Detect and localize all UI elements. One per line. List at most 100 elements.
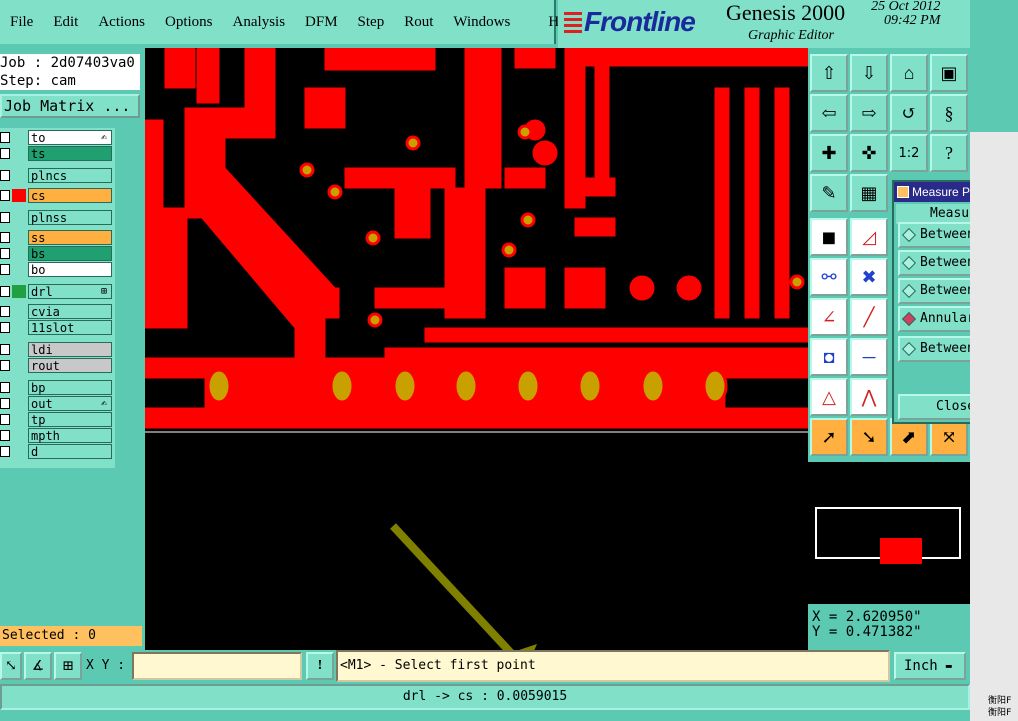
layer-name[interactable]: drl ⊞	[28, 284, 112, 299]
measure-icon[interactable]: ⤡	[0, 652, 22, 680]
layer-name[interactable]: bo	[28, 262, 112, 277]
line-icon[interactable]: ╱	[850, 298, 888, 336]
window-icon[interactable]: ▣	[930, 54, 968, 92]
pan-left-icon[interactable]: ⇦	[810, 94, 848, 132]
layer-checkbox[interactable]	[0, 232, 10, 243]
layer-color-swatch[interactable]	[12, 429, 26, 442]
layer-checkbox[interactable]	[0, 264, 10, 275]
menu-options[interactable]: Options	[155, 14, 223, 31]
job-matrix-button[interactable]: Job Matrix ...	[0, 94, 140, 118]
layer-color-swatch[interactable]	[12, 413, 26, 426]
layer-checkbox[interactable]	[0, 446, 10, 457]
layer-name[interactable]: out ✍	[28, 396, 112, 411]
layer-name[interactable]: ss	[28, 230, 112, 245]
layer-row[interactable]: bp	[0, 380, 115, 395]
help-icon[interactable]: ?	[930, 134, 968, 172]
menu-actions[interactable]: Actions	[88, 14, 155, 31]
xy-input[interactable]	[132, 652, 302, 680]
layer-row[interactable]: ts	[0, 146, 115, 161]
layer-checkbox[interactable]	[0, 212, 10, 223]
layer-row[interactable]: mpth	[0, 428, 115, 443]
layer-checkbox[interactable]	[0, 286, 10, 297]
layer-name[interactable]: cs	[28, 188, 112, 203]
redraw-icon[interactable]: §	[930, 94, 968, 132]
angle-icon[interactable]: ∠	[810, 298, 848, 336]
home-icon[interactable]: ⌂	[890, 54, 928, 92]
layer-name[interactable]: ldi	[28, 342, 112, 357]
menu-rout[interactable]: Rout	[394, 14, 443, 31]
pan-right-icon[interactable]: ⇨	[850, 94, 888, 132]
layer-checkbox[interactable]	[0, 322, 10, 333]
layer-name[interactable]: rout	[28, 358, 112, 373]
peak-icon[interactable]: ⋀	[850, 378, 888, 416]
layer-name[interactable]: plnss	[28, 210, 112, 225]
layer-row[interactable]: bo	[0, 262, 115, 277]
warning-icon[interactable]: !	[306, 652, 334, 680]
layer-color-swatch[interactable]	[12, 305, 26, 318]
snap-grid-icon[interactable]: ⊞	[54, 652, 82, 680]
layer-row[interactable]: ss	[0, 230, 115, 245]
layer-checkbox[interactable]	[0, 398, 10, 409]
menu-windows[interactable]: Windows	[443, 14, 520, 31]
angle-measure-icon[interactable]: ∡	[24, 652, 52, 680]
pan-up-icon[interactable]: ⇧	[810, 54, 848, 92]
layer-color-swatch[interactable]	[12, 359, 26, 372]
layer-checkbox[interactable]	[0, 382, 10, 393]
layer-row[interactable]: plnss	[0, 210, 115, 225]
layer-color-swatch[interactable]	[12, 211, 26, 224]
layer-row[interactable]: d	[0, 444, 115, 459]
layer-color-swatch[interactable]	[12, 343, 26, 356]
select-icon[interactable]: ➘	[850, 418, 888, 456]
menu-file[interactable]: File	[0, 14, 43, 31]
layer-color-swatch[interactable]	[12, 169, 26, 182]
pad-icon[interactable]: ◘	[810, 338, 848, 376]
layer-name[interactable]: d	[28, 444, 112, 459]
zoom-in-icon[interactable]: ✚	[810, 134, 848, 172]
layer-checkbox[interactable]	[0, 344, 10, 355]
layer-checkbox[interactable]	[0, 132, 10, 143]
graphics-canvas[interactable]	[145, 48, 808, 650]
layer-checkbox[interactable]	[0, 148, 10, 159]
layer-row[interactable]: tp	[0, 412, 115, 427]
layer-name[interactable]: bs	[28, 246, 112, 261]
layer-color-swatch[interactable]	[12, 397, 26, 410]
layer-name[interactable]: mpth	[28, 428, 112, 443]
snap-corner-icon[interactable]: ◿	[850, 218, 888, 256]
layer-color-swatch[interactable]	[12, 321, 26, 334]
layer-name[interactable]: to ✍	[28, 130, 112, 145]
layer-name[interactable]: tp	[28, 412, 112, 427]
menu-step[interactable]: Step	[348, 14, 395, 31]
layer-color-swatch[interactable]	[12, 285, 26, 298]
layer-row[interactable]: out ✍	[0, 396, 115, 411]
layer-name[interactable]: plncs	[28, 168, 112, 183]
overview-map[interactable]	[808, 462, 970, 604]
cross-icon[interactable]: ✖	[850, 258, 888, 296]
undo-zoom-icon[interactable]: ↺	[890, 94, 928, 132]
layer-row[interactable]: bs	[0, 246, 115, 261]
menu-dfm[interactable]: DFM	[295, 14, 348, 31]
layer-name[interactable]: cvia	[28, 304, 112, 319]
layer-row[interactable]: plncs	[0, 168, 115, 183]
layer-checkbox[interactable]	[0, 360, 10, 371]
menu-edit[interactable]: Edit	[43, 14, 88, 31]
layer-checkbox[interactable]	[0, 190, 10, 201]
net-icon[interactable]: ⚯	[810, 258, 848, 296]
menu-analysis[interactable]: Analysis	[223, 14, 296, 31]
measure-ruler-icon[interactable]: ✎	[810, 174, 848, 212]
layer-color-swatch[interactable]	[12, 189, 26, 202]
popup-close-box-icon[interactable]	[897, 186, 909, 198]
layer-color-swatch[interactable]	[12, 247, 26, 260]
layer-checkbox[interactable]	[0, 430, 10, 441]
scale-icon[interactable]: 1:2	[890, 134, 928, 172]
layer-row[interactable]: 11slot	[0, 320, 115, 335]
layer-checkbox[interactable]	[0, 248, 10, 259]
snap-point-icon[interactable]: ◼	[810, 218, 848, 256]
layer-color-swatch[interactable]	[12, 263, 26, 276]
units-select[interactable]: Inch ▬	[894, 652, 966, 680]
layer-row[interactable]: ldi	[0, 342, 115, 357]
pan-down-icon[interactable]: ⇩	[850, 54, 888, 92]
layer-color-swatch[interactable]	[12, 381, 26, 394]
layer-color-swatch[interactable]	[12, 231, 26, 244]
layer-row[interactable]: cvia	[0, 304, 115, 319]
pointer-icon[interactable]: ➚	[810, 418, 848, 456]
